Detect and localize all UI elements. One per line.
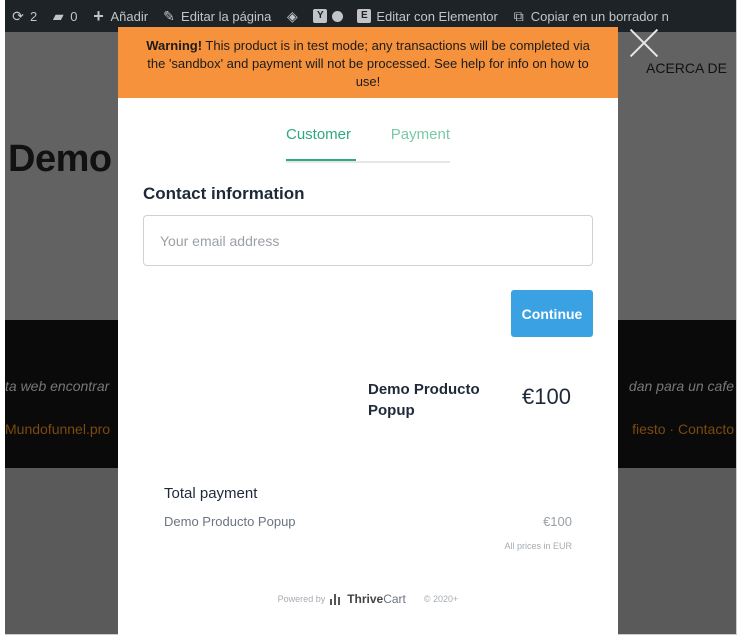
diamond-item[interactable]: ◈ [285,9,299,23]
total-title: Total payment [164,485,258,502]
comments-item[interactable]: ▰ 0 [51,8,78,24]
product-price: €100 [522,384,571,409]
tab-customer[interactable]: Customer [286,125,356,161]
continue-button[interactable]: Continue [511,290,593,337]
edit-page-item[interactable]: ✎ Editar la página [162,9,271,24]
comment-icon: ▰ [52,8,64,24]
comments-count: 0 [70,8,78,24]
elementor-item[interactable]: E Editar con Elementor [357,8,498,24]
updates-item[interactable]: ⟳ 2 [11,9,37,24]
plus-icon: + [93,6,104,26]
menu-item-acerca[interactable]: ACERCA DE [646,60,727,76]
refresh-icon: ⟳ [12,8,24,24]
band-link-right[interactable]: fiesto · Contacto [632,421,734,437]
product-name: Demo Producto Popup [368,381,480,419]
powered-by-footer: Powered by ThriveCart © 2020+ [118,592,618,606]
currency-note: All prices in EUR [504,541,572,551]
warning-text: This product is in test mode; any transa… [147,38,590,89]
band-text-left: ta web encontrar [5,378,110,394]
thrivecart-logo-icon [329,593,343,605]
add-new-item[interactable]: + Añadir [91,6,149,26]
add-label: Añadir [110,8,149,24]
copy-draft-item[interactable]: ⧉ Copiar en un borrador n [512,9,669,24]
checkout-modal: Warning! This product is in test mode; a… [118,27,618,639]
brand-bold: Thrive [347,592,384,606]
updates-count: 2 [30,8,38,24]
test-mode-warning: Warning! This product is in test mode; a… [118,27,618,98]
page-title: Demo [8,138,112,180]
copyright-year: © 2020+ [423,594,459,604]
email-field[interactable] [143,215,593,266]
edit-elementor-label: Editar con Elementor [376,8,498,24]
diamond-icon: ◈ [287,8,298,24]
band-text-right: dan para un cafe [628,378,734,394]
pencil-icon: ✎ [163,8,175,24]
brand-rest: Cart [383,592,406,606]
yoast-item[interactable]: Y [313,9,344,23]
copy-icon: ⧉ [513,8,524,24]
close-icon[interactable] [628,27,660,59]
status-dot-icon [332,10,344,22]
contact-title: Contact information [143,184,305,203]
tab-payment[interactable]: Payment [356,125,450,161]
elementor-icon: E [357,9,372,23]
total-item-price: €100 [543,514,572,529]
checkout-tabs: Customer Payment [286,125,450,163]
yoast-icon: Y [313,9,328,23]
copy-draft-label: Copiar en un borrador n [530,8,669,24]
warning-bold: Warning! [146,38,203,53]
thrivecart-brand[interactable]: ThriveCart [347,592,406,606]
edit-page-label: Editar la página [181,8,272,24]
total-item-name: Demo Producto Popup [164,514,296,529]
powered-by-label: Powered by [277,594,326,604]
band-link-left[interactable]: Mundofunnel.pro [5,421,110,437]
